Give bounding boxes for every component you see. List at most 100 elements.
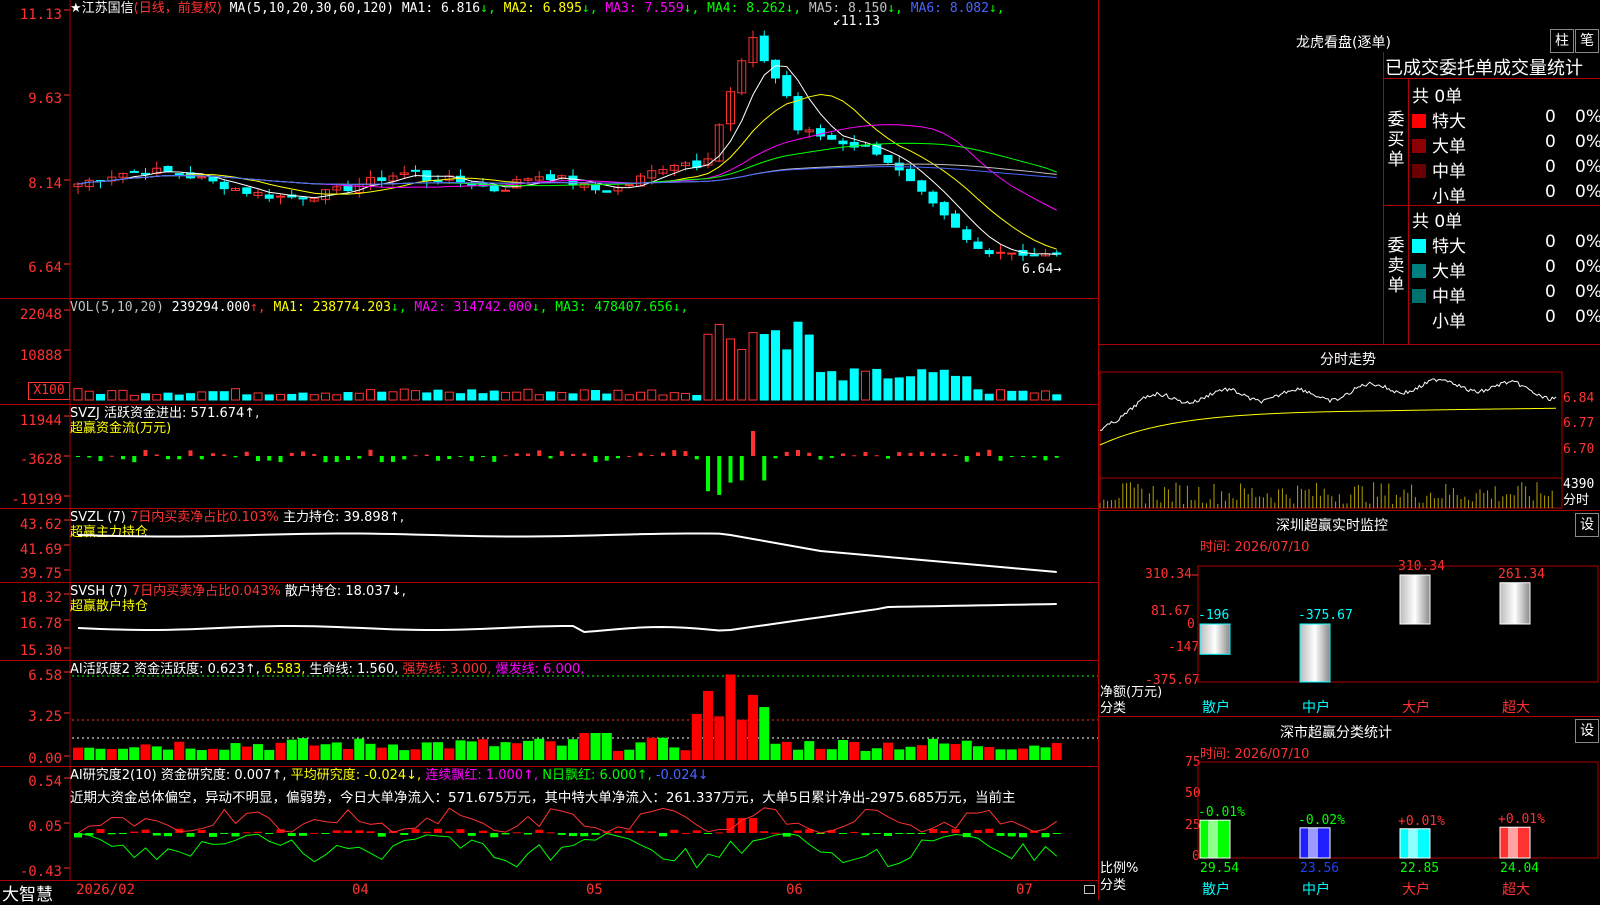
research-bar xyxy=(400,833,409,836)
activity-bar xyxy=(646,737,657,760)
tick-mode-button[interactable]: 笔 xyxy=(1575,29,1599,53)
activity-bar xyxy=(916,745,927,760)
fundflow-bar xyxy=(829,456,834,458)
research-bar xyxy=(996,833,1005,836)
research-bar xyxy=(512,832,521,834)
fundflow-bar xyxy=(953,454,958,456)
research-bar xyxy=(749,818,757,833)
fundflow-bar xyxy=(469,456,474,462)
research-bar xyxy=(164,833,172,837)
fundflow-bar xyxy=(334,456,339,463)
monitor-title: 深圳超赢实时监控 xyxy=(1276,518,1388,534)
volume-bar xyxy=(152,394,162,401)
volume-bar xyxy=(669,392,679,401)
fundflow-bar xyxy=(739,456,744,481)
intraday-axis-0: 6.84 xyxy=(1563,391,1595,406)
candle xyxy=(377,177,387,182)
monitor-time: 时间: 2026/07/10 xyxy=(1200,540,1310,555)
volume-bar xyxy=(883,378,893,401)
activity-bar xyxy=(601,733,612,760)
intraday-axis-2: 6.70 xyxy=(1563,442,1595,457)
candle xyxy=(276,195,285,198)
volume-bar xyxy=(748,332,758,401)
research-bar xyxy=(265,833,274,834)
lock-icon[interactable] xyxy=(1084,885,1095,894)
volume-bar xyxy=(512,391,522,401)
volume-bar xyxy=(523,388,533,401)
research-bar xyxy=(839,833,847,834)
volume-bar xyxy=(264,394,274,401)
classify-axis-2: 25 xyxy=(1185,818,1201,833)
research-bar xyxy=(861,833,870,836)
candle xyxy=(1007,252,1017,255)
fundflow-bar xyxy=(413,455,418,457)
research-bar xyxy=(197,830,206,833)
fundflow-bar xyxy=(784,451,789,456)
fundflow-bar xyxy=(852,455,857,457)
volume-bar xyxy=(219,391,229,401)
monitor-axis-0: 310.34 xyxy=(1145,567,1192,582)
fundflow-bar xyxy=(244,451,249,456)
research-bar xyxy=(625,830,634,833)
activity-bar xyxy=(376,747,387,760)
classify-settings-button[interactable]: 设 xyxy=(1575,719,1599,743)
retail-holding-line xyxy=(77,603,1057,633)
monitor-bar-label-1: -375.67 xyxy=(1298,608,1353,623)
classify-title: 深市超赢分类统计 xyxy=(1280,725,1392,741)
sell-row-0: 特大 xyxy=(1412,232,1466,257)
volume-bar xyxy=(782,349,792,401)
fundflow-bar xyxy=(166,456,170,460)
bar-mode-button[interactable]: 柱 xyxy=(1550,29,1574,53)
candle xyxy=(546,174,555,181)
fundflow-bar xyxy=(481,456,485,457)
volume-bar xyxy=(321,392,330,401)
sell-count-1: 0 xyxy=(1545,257,1556,277)
monitor-settings-button[interactable]: 设 xyxy=(1575,513,1599,537)
volume-bar xyxy=(309,394,319,401)
fundflow-bar xyxy=(424,454,429,456)
research-bar xyxy=(692,830,701,833)
research-bar xyxy=(445,831,454,833)
volume-bar xyxy=(613,389,623,401)
activity-bar xyxy=(500,742,511,760)
activity-bar xyxy=(770,743,781,760)
volume-bar xyxy=(1052,394,1062,401)
classify-category-1: 中户 xyxy=(1302,882,1330,898)
fundflow-bar xyxy=(638,452,643,456)
fundflow-bar xyxy=(694,456,699,460)
fundflow-bar xyxy=(874,455,879,457)
fundflow-bar xyxy=(301,451,305,456)
activity-bar xyxy=(556,745,567,760)
candle xyxy=(883,154,893,163)
activity-bar xyxy=(691,713,702,760)
activity-bar xyxy=(140,744,151,760)
activity-bar xyxy=(714,716,725,760)
volume-bar xyxy=(872,368,882,401)
volume-bar xyxy=(591,390,600,401)
activity-bar xyxy=(680,750,691,760)
activity-bar xyxy=(95,748,106,760)
activity-bar xyxy=(826,749,837,760)
activity-bar xyxy=(961,740,972,760)
fundflow-bar xyxy=(964,456,969,462)
volume-bar xyxy=(73,388,83,401)
order-stats-title: 已成交委托单成交量统计 xyxy=(1385,58,1583,79)
fundflow-bar xyxy=(278,456,283,463)
activity-bar xyxy=(545,741,556,760)
volume-bar xyxy=(759,334,769,401)
research-bar xyxy=(456,829,465,833)
activity-bar xyxy=(196,750,207,760)
fundflow-bar xyxy=(796,449,800,456)
main-holding-line xyxy=(77,532,1057,573)
kline-chart[interactable] xyxy=(0,0,1098,880)
sell-swatch-2 xyxy=(1412,289,1426,303)
classify-axis-1: 50 xyxy=(1185,786,1201,801)
activity-bar xyxy=(613,750,623,760)
activity-bar xyxy=(849,741,860,760)
research-bar xyxy=(951,829,960,833)
research-bar xyxy=(974,830,982,833)
classify-value-2: 22.85 xyxy=(1400,861,1440,876)
activity-bar xyxy=(444,748,455,760)
classify-axis-0: 75 xyxy=(1185,755,1201,770)
fundflow-bar xyxy=(661,452,665,456)
